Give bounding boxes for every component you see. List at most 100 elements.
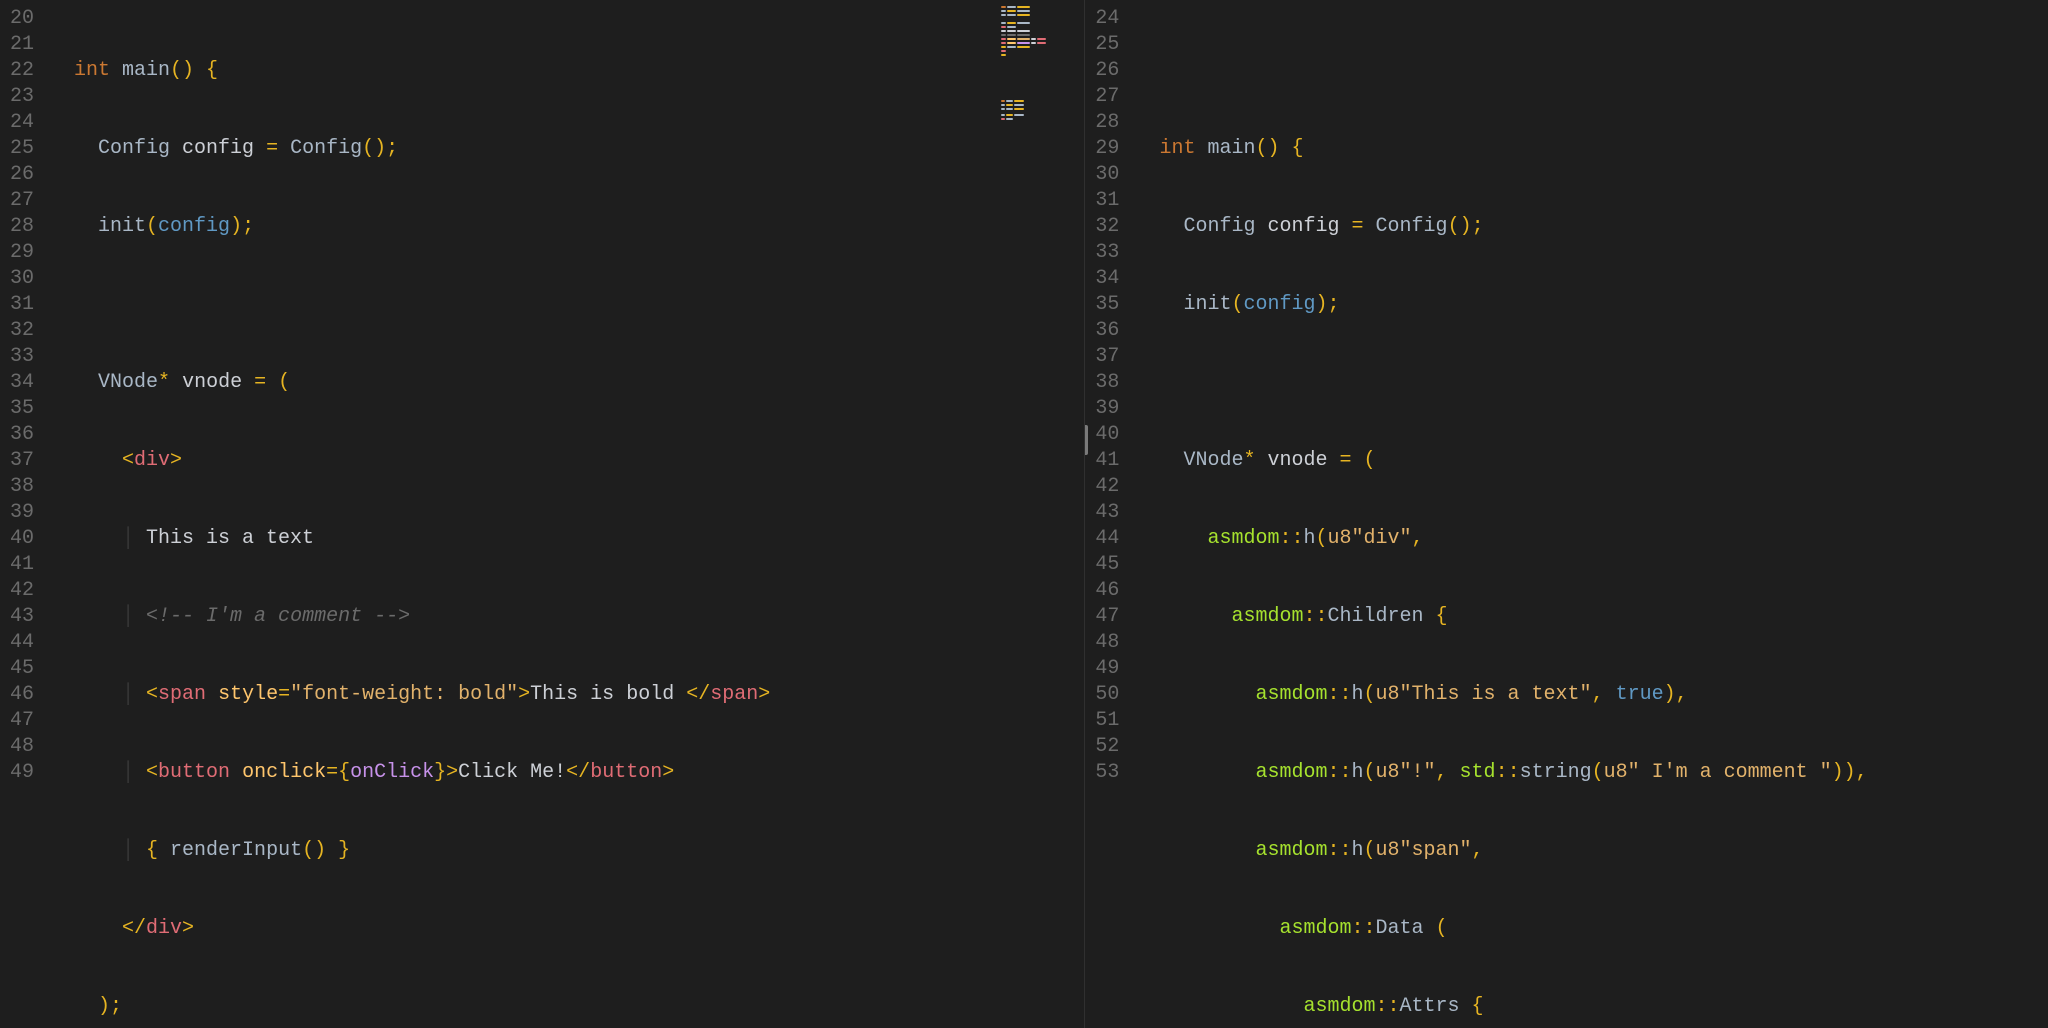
arg-config: config	[1243, 293, 1315, 316]
style-value: "font-weight: bold"	[290, 683, 518, 706]
line-number: 41	[0, 552, 34, 578]
line-number: 35	[0, 396, 34, 422]
line-number: 33	[0, 344, 34, 370]
line-number: 26	[1085, 58, 1119, 84]
line-number: 34	[0, 370, 34, 396]
line-number: 25	[1085, 32, 1119, 58]
minimap-line	[1001, 38, 1079, 40]
line-number: 38	[0, 474, 34, 500]
ns-asmdom: asmdom	[1303, 995, 1375, 1018]
line-number: 42	[1085, 474, 1119, 500]
line-number: 45	[1085, 552, 1119, 578]
attr-onclick: onclick	[242, 761, 326, 784]
minimap-line	[1001, 42, 1079, 44]
line-number: 43	[0, 604, 34, 630]
line-number: 46	[0, 682, 34, 708]
minimap[interactable]	[998, 4, 1082, 134]
bold-text: This is bold	[530, 683, 686, 706]
line-number: 31	[0, 292, 34, 318]
editor-pane-right: 2425262728293031323334353637383940414243…	[1085, 0, 2048, 1028]
line-number: 23	[0, 84, 34, 110]
button-text: Click Me!	[458, 761, 566, 784]
ns-asmdom: asmdom	[1255, 839, 1327, 862]
line-number: 33	[1085, 240, 1119, 266]
line-number: 50	[1085, 682, 1119, 708]
ns-asmdom: asmdom	[1231, 605, 1303, 628]
line-number: 39	[1085, 396, 1119, 422]
line-number: 37	[0, 448, 34, 474]
line-number: 34	[1085, 266, 1119, 292]
ns-asmdom: asmdom	[1255, 683, 1327, 706]
minimap-line	[1001, 46, 1079, 48]
line-number: 38	[1085, 370, 1119, 396]
minimap-line	[1001, 26, 1079, 28]
minimap-line	[1001, 104, 1079, 106]
line-number: 29	[0, 240, 34, 266]
line-number: 52	[1085, 734, 1119, 760]
attr-style: style	[218, 683, 278, 706]
line-number: 25	[0, 136, 34, 162]
line-number: 49	[0, 760, 34, 786]
line-number: 28	[0, 214, 34, 240]
tag-div-open: div	[134, 449, 170, 472]
ns-asmdom: asmdom	[1279, 917, 1351, 940]
minimap-line	[1001, 10, 1079, 12]
minimap-line	[1001, 118, 1079, 120]
line-number: 32	[0, 318, 34, 344]
code-area-left[interactable]: int main() { Config config = Config(); i…	[52, 0, 994, 1028]
line-number: 53	[1085, 760, 1119, 786]
tag-span: span	[158, 683, 206, 706]
line-number: 30	[0, 266, 34, 292]
minimap-line	[1001, 30, 1079, 32]
fn-init: init	[98, 215, 146, 238]
fn-h: h	[1351, 761, 1363, 784]
str-text: u8"This is a text"	[1376, 683, 1592, 706]
type-config: Config	[1183, 215, 1255, 238]
fn-string: string	[1520, 761, 1592, 784]
type-attrs: Attrs	[1400, 995, 1460, 1018]
line-number: 32	[1085, 214, 1119, 240]
fn-renderinput: renderInput	[170, 839, 302, 862]
type-config: Config	[98, 137, 170, 160]
line-number: 43	[1085, 500, 1119, 526]
ctor-config: Config	[290, 137, 362, 160]
ns-asmdom: asmdom	[1255, 761, 1327, 784]
minimap-line	[1001, 34, 1079, 36]
minimap-line	[1001, 6, 1079, 8]
line-number: 44	[0, 630, 34, 656]
minimap-line	[1001, 100, 1079, 102]
tag-span-close: span	[710, 683, 758, 706]
tag-div-close: div	[146, 917, 182, 940]
line-number: 21	[0, 32, 34, 58]
comment-open: <!--	[146, 605, 194, 628]
minimap-line	[1001, 14, 1079, 16]
line-number: 24	[0, 110, 34, 136]
fn-init: init	[1183, 293, 1231, 316]
fn-h: h	[1303, 527, 1315, 550]
type-vnode: VNode	[98, 371, 158, 394]
line-number: 40	[0, 526, 34, 552]
var-vnode: vnode	[1268, 449, 1328, 472]
line-number: 28	[1085, 110, 1119, 136]
minimap-line	[1001, 114, 1079, 116]
line-number: 36	[0, 422, 34, 448]
line-number: 42	[0, 578, 34, 604]
fn-main: main	[122, 59, 170, 82]
line-number: 47	[1085, 604, 1119, 630]
tag-button-close: button	[590, 761, 662, 784]
code-area-right[interactable]: int main() { Config config = Config(); i…	[1137, 0, 2048, 1028]
line-number: 41	[1085, 448, 1119, 474]
keyword: int	[74, 59, 110, 82]
line-number: 27	[0, 188, 34, 214]
var-config: config	[182, 137, 254, 160]
line-number: 31	[1085, 188, 1119, 214]
type-vnode: VNode	[1183, 449, 1243, 472]
line-number: 30	[1085, 162, 1119, 188]
line-number: 48	[0, 734, 34, 760]
editor-pane-left: 2021222324252627282930313233343536373839…	[0, 0, 1085, 1028]
editor-split: 2021222324252627282930313233343536373839…	[0, 0, 2048, 1028]
line-number: 47	[0, 708, 34, 734]
line-number: 46	[1085, 578, 1119, 604]
line-number: 36	[1085, 318, 1119, 344]
line-number: 48	[1085, 630, 1119, 656]
